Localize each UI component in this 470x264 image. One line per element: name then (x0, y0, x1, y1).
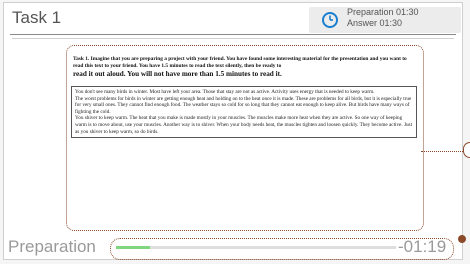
paragraph: The worst problems for birds in winter a… (75, 95, 412, 115)
paragraph: You don't see many birds in winter. Most… (75, 89, 375, 95)
task-title: Task 1 (12, 8, 62, 27)
reading-document: Task 1. Imagine that you are preparing a… (66, 45, 424, 231)
time-remaining: -01:19 (398, 237, 447, 256)
instruction-emphasis: read it out aloud. You will not have mor… (73, 70, 282, 78)
instruction-text: Task 1. Imagine that you are preparing a… (73, 56, 407, 69)
callout-marker-dot (458, 235, 466, 243)
preparation-time: Preparation 01:30 (347, 7, 419, 17)
header-divider-light (12, 38, 454, 39)
task-window: Task 1 Preparation 01:30 Answer 01:30 Ta… (3, 2, 467, 260)
answer-time: Answer 01:30 (347, 18, 403, 28)
paragraph: You shiver to keep warm. The heat that y… (75, 115, 413, 135)
progress-fill (116, 246, 150, 249)
callout-connector (421, 151, 467, 152)
progress-bar (116, 246, 396, 249)
clock-icon (322, 12, 338, 28)
task-instruction: Task 1. Imagine that you are preparing a… (73, 56, 417, 79)
callout-marker (463, 142, 470, 158)
reading-text: You don't see many birds in winter. Most… (71, 86, 417, 139)
phase-label: Preparation (8, 237, 96, 256)
header-divider (10, 34, 456, 35)
